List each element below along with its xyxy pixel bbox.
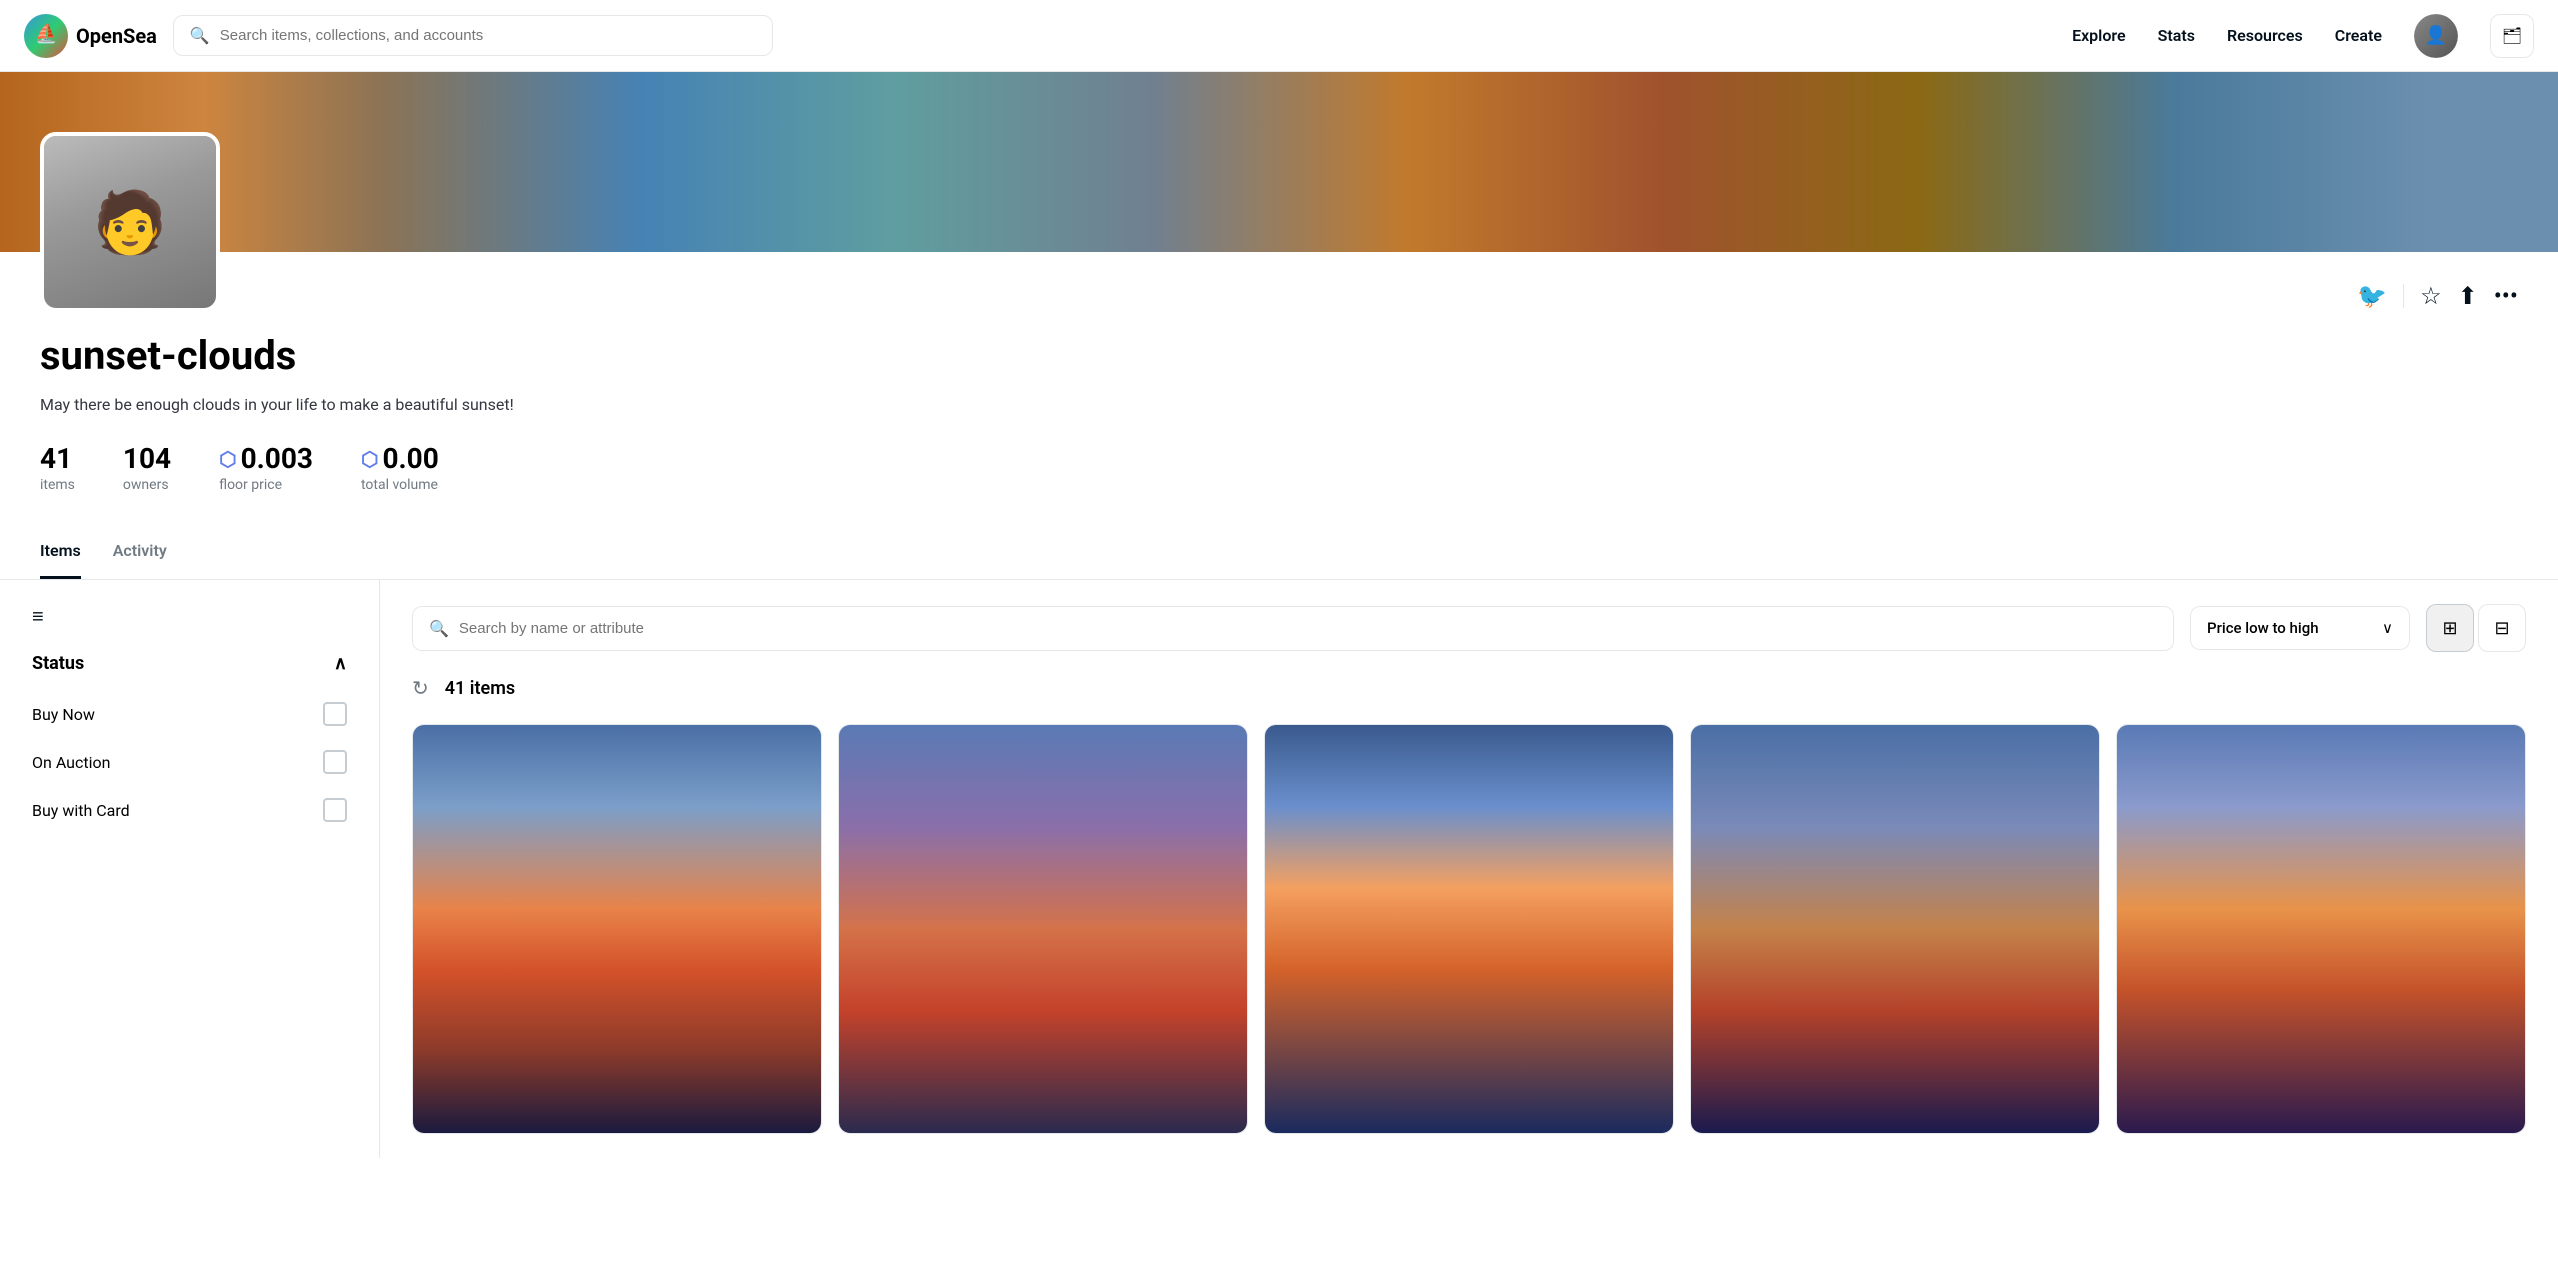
- nft-image: [1265, 725, 1673, 1133]
- item-search-bar: 🔍: [412, 606, 2174, 651]
- filter-icon: ≡: [32, 604, 44, 629]
- search-icon: 🔍: [190, 26, 210, 45]
- nav-explore[interactable]: Explore: [2072, 26, 2126, 45]
- sidebar: ≡ Status ∧ Buy Now On Auction Buy with C…: [0, 580, 380, 1158]
- status-on-auction[interactable]: On Auction: [32, 738, 347, 786]
- collection-info: sunset-clouds May there be enough clouds…: [0, 252, 2558, 493]
- nft-image: [839, 725, 1247, 1133]
- view-small-button[interactable]: ⊟: [2478, 604, 2526, 652]
- buy-now-checkbox[interactable]: [323, 702, 347, 726]
- wallet-button[interactable]: 🗂: [2490, 14, 2534, 58]
- filter-toggle-button[interactable]: ≡: [32, 604, 347, 629]
- collection-stats: 41 items 104 owners ⬡ 0.003 floor price …: [40, 442, 2518, 493]
- stat-owners-label: owners: [123, 477, 171, 493]
- svg-text:⛵: ⛵: [34, 22, 57, 44]
- navbar: ⛵ OpenSea 🔍 Explore Stats Resources Crea…: [0, 0, 2558, 72]
- stat-owners-value: 104: [123, 442, 171, 475]
- eth-icon-floor: ⬡: [219, 447, 236, 471]
- global-search-bar: 🔍: [173, 15, 773, 56]
- on-auction-checkbox[interactable]: [323, 750, 347, 774]
- grid-large-icon: ⊞: [2442, 618, 2457, 639]
- status-buy-with-card[interactable]: Buy with Card: [32, 786, 347, 834]
- status-chevron-up-icon: ∧: [334, 653, 347, 674]
- more-button[interactable]: •••: [2494, 282, 2518, 310]
- nft-grid: [412, 724, 2526, 1134]
- nft-thumbnail: [1691, 725, 2099, 1133]
- items-count: 41 items: [445, 678, 515, 699]
- collection-title: sunset-clouds: [40, 332, 2518, 379]
- grid-small-icon: ⊟: [2494, 618, 2509, 639]
- logo[interactable]: ⛵ OpenSea: [24, 14, 157, 58]
- user-avatar[interactable]: 👤: [2414, 14, 2458, 58]
- collection-header: 🧑 🐦 ☆ ⬆ •••: [0, 72, 2558, 252]
- stat-floor-label: floor price: [219, 477, 313, 493]
- tab-items[interactable]: Items: [40, 525, 81, 579]
- item-search-icon: 🔍: [429, 619, 449, 638]
- nft-card[interactable]: [2116, 724, 2526, 1134]
- eth-icon-volume: ⬡: [361, 447, 378, 471]
- status-buy-now[interactable]: Buy Now: [32, 690, 347, 738]
- on-auction-label: On Auction: [32, 753, 110, 772]
- status-section-header[interactable]: Status ∧: [32, 653, 347, 674]
- nft-image: [1691, 725, 2099, 1133]
- collection-avatar: 🧑: [40, 132, 220, 312]
- nft-card[interactable]: [412, 724, 822, 1134]
- logo-text: OpenSea: [76, 24, 157, 48]
- nft-card[interactable]: [838, 724, 1248, 1134]
- action-divider: [2403, 284, 2404, 308]
- view-toggle: ⊞ ⊟: [2426, 604, 2526, 652]
- buy-with-card-checkbox[interactable]: [323, 798, 347, 822]
- status-filter-section: Status ∧ Buy Now On Auction Buy with Car…: [32, 653, 347, 834]
- sort-chevron-down-icon: ∨: [2382, 619, 2393, 637]
- content-area: ≡ Status ∧ Buy Now On Auction Buy with C…: [0, 580, 2558, 1158]
- nav-resources[interactable]: Resources: [2227, 26, 2303, 45]
- nft-image: [2117, 725, 2525, 1133]
- sort-dropdown[interactable]: Price low to high ∨: [2190, 606, 2410, 650]
- global-search-input[interactable]: [220, 27, 756, 44]
- nft-card[interactable]: [1690, 724, 2100, 1134]
- stat-items: 41 items: [40, 442, 75, 493]
- opensea-logo-icon: ⛵: [24, 14, 68, 58]
- nav-links: Explore Stats Resources Create 👤 🗂: [2072, 14, 2534, 58]
- nft-thumbnail: [413, 725, 821, 1133]
- stat-items-value: 41: [40, 442, 75, 475]
- refresh-button[interactable]: ↻: [412, 676, 429, 700]
- item-search-input[interactable]: [459, 620, 2157, 637]
- sort-label: Price low to high: [2207, 619, 2319, 637]
- nft-thumbnail: [839, 725, 1247, 1133]
- nav-create[interactable]: Create: [2335, 26, 2382, 45]
- share-button[interactable]: ⬆: [2458, 282, 2478, 310]
- view-large-button[interactable]: ⊞: [2426, 604, 2474, 652]
- stat-total-volume: ⬡ 0.00 total volume: [361, 442, 439, 493]
- collection-banner: [0, 72, 2558, 252]
- stat-floor-value: ⬡ 0.003: [219, 442, 313, 475]
- stat-floor-price: ⬡ 0.003 floor price: [219, 442, 313, 493]
- items-toolbar: 🔍 Price low to high ∨ ⊞ ⊟: [412, 604, 2526, 652]
- nav-stats[interactable]: Stats: [2158, 26, 2195, 45]
- items-header: ↻ 41 items: [412, 676, 2526, 700]
- stat-owners: 104 owners: [123, 442, 171, 493]
- nft-image: [413, 725, 821, 1133]
- nft-thumbnail: [1265, 725, 1673, 1133]
- collection-tabs: Items Activity: [0, 525, 2558, 580]
- nft-card[interactable]: [1264, 724, 1674, 1134]
- wallet-icon: 🗂: [2502, 26, 2522, 45]
- buy-with-card-label: Buy with Card: [32, 801, 130, 820]
- tab-activity[interactable]: Activity: [113, 525, 167, 579]
- status-label: Status: [32, 653, 84, 674]
- stat-volume-label: total volume: [361, 477, 439, 493]
- nft-thumbnail: [2117, 725, 2525, 1133]
- collection-avatar-image: 🧑: [44, 136, 216, 308]
- favorite-button[interactable]: ☆: [2420, 282, 2442, 310]
- collection-actions: 🐦 ☆ ⬆ •••: [2357, 282, 2518, 310]
- twitter-button[interactable]: 🐦: [2357, 282, 2387, 310]
- collection-description: May there be enough clouds in your life …: [40, 395, 740, 414]
- main-content: 🔍 Price low to high ∨ ⊞ ⊟ ↻ 41 items: [380, 580, 2558, 1158]
- stat-volume-value: ⬡ 0.00: [361, 442, 439, 475]
- stat-items-label: items: [40, 477, 75, 493]
- buy-now-label: Buy Now: [32, 705, 95, 724]
